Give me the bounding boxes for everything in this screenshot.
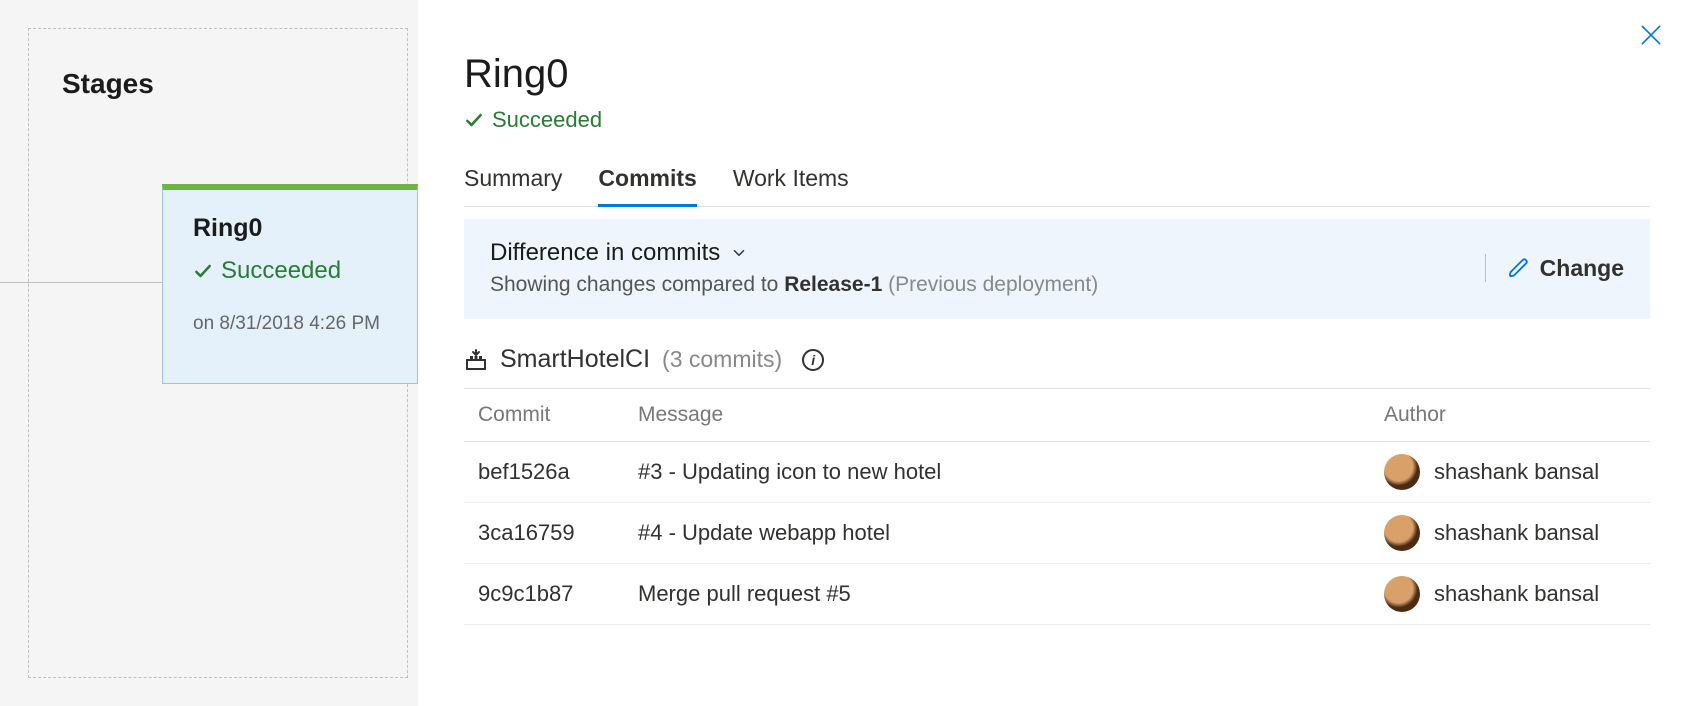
tab-commits[interactable]: Commits: [598, 161, 696, 207]
commit-author: shashank bansal: [1434, 520, 1599, 546]
page-title: Ring0: [464, 52, 1650, 97]
check-icon: [464, 110, 484, 130]
commit-author-cell: shashank bansal: [1370, 503, 1650, 564]
commit-author-cell: shashank bansal: [1370, 564, 1650, 625]
avatar: [1384, 454, 1420, 490]
pencil-icon: [1508, 257, 1530, 279]
diff-subtext: Showing changes compared to Release-1 (P…: [490, 273, 1463, 297]
page-status: Succeeded: [464, 107, 1650, 133]
stage-date: on 8/31/2018 4:26 PM: [193, 313, 393, 335]
diff-dropdown[interactable]: Difference in commits: [490, 239, 1463, 267]
col-author: Author: [1370, 389, 1650, 442]
table-row[interactable]: bef1526a #3 - Updating icon to new hotel…: [464, 442, 1650, 503]
diff-sub-prefix: Showing changes compared to: [490, 273, 784, 296]
change-label: Change: [1540, 255, 1624, 282]
source-name: SmartHotelCI: [500, 345, 650, 374]
detail-panel: Ring0 Succeeded Summary Commits Work Ite…: [418, 0, 1690, 706]
connector-line: [0, 282, 162, 283]
stage-status-label: Succeeded: [221, 257, 341, 285]
stages-heading: Stages: [62, 68, 154, 100]
tab-summary[interactable]: Summary: [464, 161, 562, 206]
close-icon: [1638, 22, 1664, 48]
diff-sub-suffix: (Previous deployment): [882, 273, 1098, 296]
tab-bar: Summary Commits Work Items: [464, 161, 1650, 207]
commit-hash: bef1526a: [464, 442, 624, 503]
check-icon: [193, 261, 213, 281]
commit-author: shashank bansal: [1434, 459, 1599, 485]
stage-name: Ring0: [193, 214, 393, 243]
commit-hash: 3ca16759: [464, 503, 624, 564]
commit-author: shashank bansal: [1434, 581, 1599, 607]
col-commit: Commit: [464, 389, 624, 442]
close-button[interactable]: [1636, 20, 1666, 50]
separator: [1485, 254, 1486, 282]
change-button[interactable]: Change: [1508, 255, 1624, 282]
stages-panel: Stages Ring0 Succeeded on 8/31/2018 4:26…: [0, 0, 418, 706]
diff-summary-box: Difference in commits Showing changes co…: [464, 219, 1650, 319]
col-message: Message: [624, 389, 1370, 442]
avatar: [1384, 576, 1420, 612]
table-row[interactable]: 3ca16759 #4 - Update webapp hotel shasha…: [464, 503, 1650, 564]
diff-title-label: Difference in commits: [490, 239, 720, 267]
artifact-icon: [464, 348, 488, 372]
stage-card-ring0[interactable]: Ring0 Succeeded on 8/31/2018 4:26 PM: [162, 184, 418, 384]
info-icon[interactable]: i: [802, 349, 824, 371]
commit-message: #4 - Update webapp hotel: [624, 503, 1370, 564]
source-count: (3 commits): [662, 346, 782, 373]
commit-hash: 9c9c1b87: [464, 564, 624, 625]
commit-table: Commit Message Author bef1526a #3 - Upda…: [464, 388, 1650, 625]
commit-author-cell: shashank bansal: [1370, 442, 1650, 503]
chevron-down-icon: [730, 244, 748, 262]
table-header: Commit Message Author: [464, 389, 1650, 442]
source-header: SmartHotelCI (3 commits) i: [464, 345, 1650, 388]
stage-status: Succeeded: [193, 257, 393, 285]
tab-work-items[interactable]: Work Items: [733, 161, 849, 206]
avatar: [1384, 515, 1420, 551]
commit-message: #3 - Updating icon to new hotel: [624, 442, 1370, 503]
page-status-label: Succeeded: [492, 107, 602, 133]
diff-sub-strong: Release-1: [784, 273, 882, 296]
commit-message: Merge pull request #5: [624, 564, 1370, 625]
table-row[interactable]: 9c9c1b87 Merge pull request #5 shashank …: [464, 564, 1650, 625]
